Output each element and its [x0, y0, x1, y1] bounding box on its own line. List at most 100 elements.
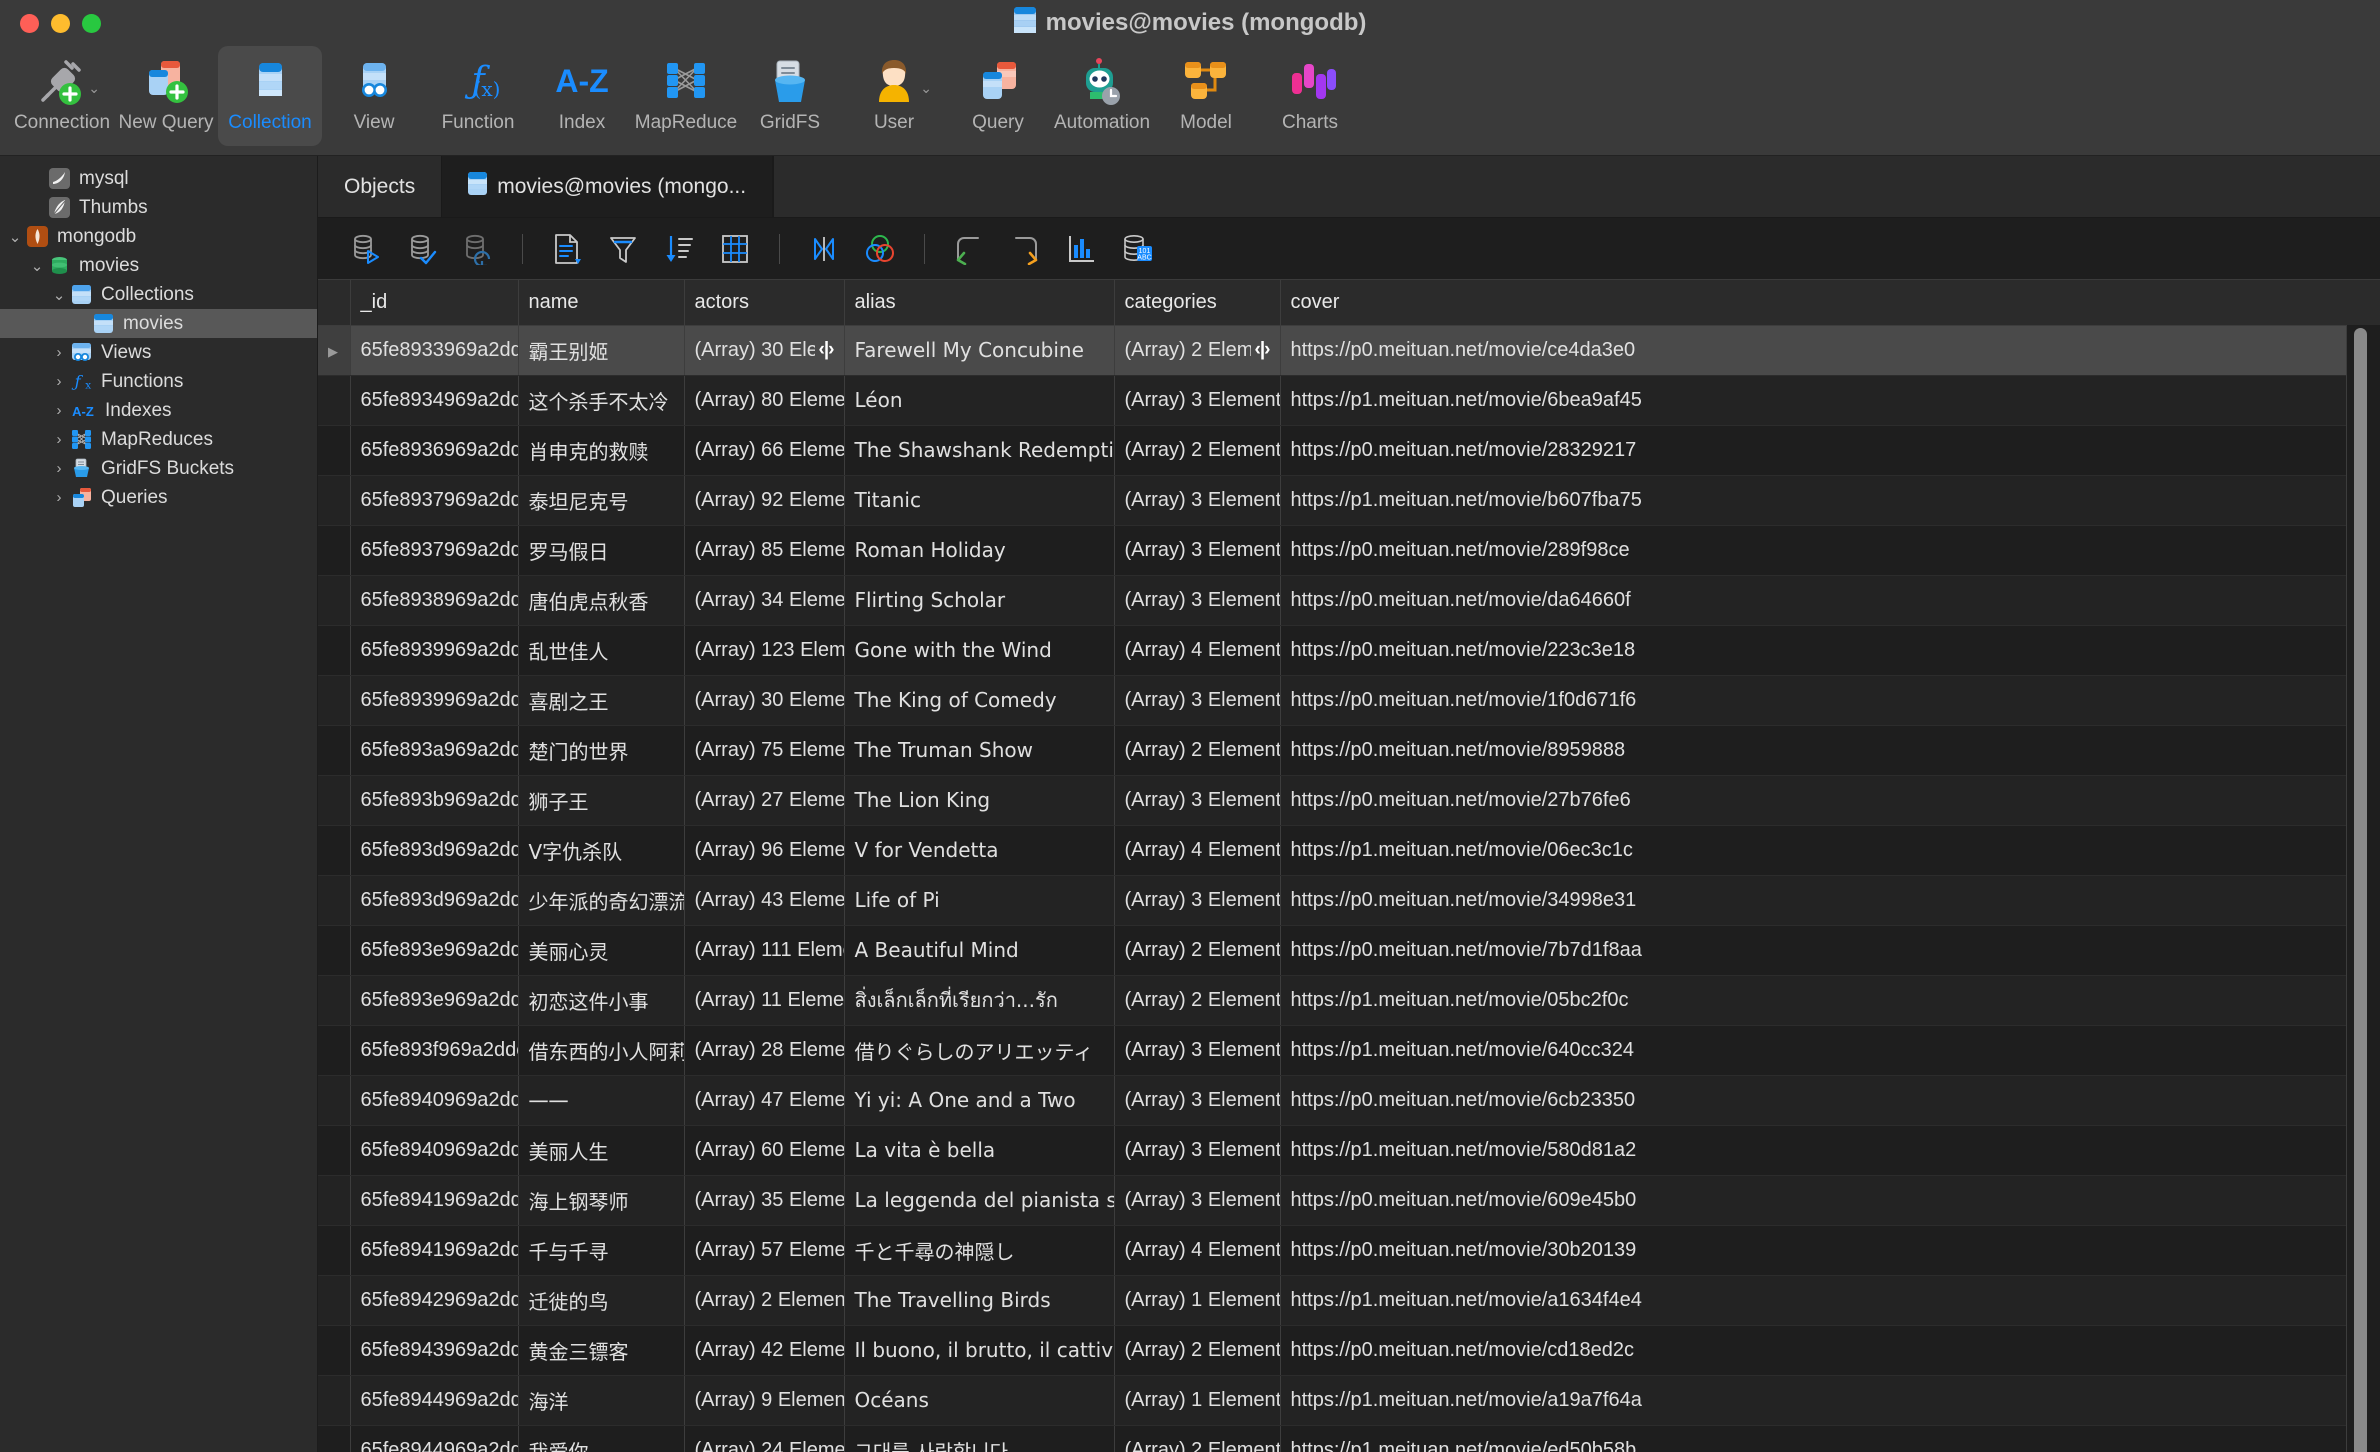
toolbar-button-automation[interactable]: Automation — [1050, 46, 1154, 146]
tab-movies-collection[interactable]: movies@movies (mongo... — [442, 156, 774, 217]
cell-id[interactable]: 65fe893b969a2ddea0 — [350, 775, 519, 826]
cell-id[interactable]: 65fe893e969a2ddea0 — [350, 975, 519, 1026]
table-row[interactable]: 65fe8943969a2ddea0 黄金三镖客 (Array) 42 Elemen… — [318, 1325, 2380, 1376]
redo-icon[interactable] — [999, 226, 1051, 272]
cell-actors[interactable]: (Array) 85 Elements — [684, 525, 845, 576]
row-handle[interactable] — [318, 525, 351, 576]
cell-alias[interactable]: Life of Pi — [844, 875, 1115, 926]
sidebar-item-views[interactable]: › Views — [0, 338, 317, 367]
cell-actors[interactable]: (Array) 9 Elements — [684, 1375, 845, 1426]
document-view-icon[interactable] — [541, 226, 593, 272]
cell-cover[interactable]: https://p0.meituan.net/movie/223c3e18 — [1280, 625, 2380, 676]
table-row[interactable]: 65fe8942969a2ddea0 迁徙的鸟 (Array) 2 Elements… — [318, 1275, 2380, 1326]
sidebar-item-mapreduces[interactable]: › MapReduces — [0, 425, 317, 454]
chevron-right-icon[interactable]: › — [48, 489, 70, 506]
cell-id[interactable]: 65fe8938969a2ddea0 — [350, 575, 519, 626]
cell-actors[interactable]: (Array) 43 Elements — [684, 875, 845, 926]
table-row[interactable]: 65fe893a969a2ddea0 楚门的世界 (Array) 75 Elemen… — [318, 725, 2380, 776]
cell-id[interactable]: 65fe8942969a2ddea0 — [350, 1275, 519, 1326]
cell-categories[interactable]: (Array) 2 Elements — [1114, 925, 1281, 976]
cell-id[interactable]: 65fe8933969a2ddea0 — [350, 325, 519, 376]
undo-icon[interactable] — [943, 226, 995, 272]
table-row[interactable]: 65fe8937969a2ddea0 泰坦尼克号 (Array) 92 Elemen… — [318, 475, 2380, 526]
chevron-right-icon[interactable]: › — [48, 460, 70, 477]
filter-icon[interactable] — [597, 226, 649, 272]
cell-actors[interactable]: (Array) 111 Elements — [684, 925, 845, 976]
cell-categories[interactable]: (Array) 2 Elements — [1114, 725, 1281, 776]
cell-categories[interactable]: (Array) 3 Elements — [1114, 775, 1281, 826]
cell-cover[interactable]: https://p1.meituan.net/movie/6bea9af45 — [1280, 375, 2380, 426]
sidebar-item-mongodb[interactable]: ⌄ mongodb — [0, 222, 317, 251]
cell-cover[interactable]: https://p1.meituan.net/movie/640cc324 — [1280, 1025, 2380, 1076]
cell-alias[interactable]: The Shawshank Redemption — [844, 425, 1115, 476]
cell-categories[interactable]: (Array) 3 Elements — [1114, 375, 1281, 426]
cell-alias[interactable]: The Truman Show — [844, 725, 1115, 776]
cell-categories[interactable]: (Array) 3 Elements — [1114, 525, 1281, 576]
scrollbar-thumb[interactable] — [2354, 328, 2367, 1452]
cell-id[interactable]: 65fe8944969a2ddea0 — [350, 1425, 519, 1452]
cell-id[interactable]: 65fe893f969a2ddea0 — [350, 1025, 519, 1076]
cell-categories[interactable]: (Array) 2 Elements — [1114, 975, 1281, 1026]
cell-id[interactable]: 65fe893d969a2ddea0 — [350, 825, 519, 876]
toolbar-button-collection[interactable]: Collection — [218, 46, 322, 146]
cell-categories[interactable]: (Array) 2 Elements — [1114, 1325, 1281, 1376]
cell-id[interactable]: 65fe8943969a2ddea0 — [350, 1325, 519, 1376]
cell-name[interactable]: 唐伯虎点秋香 — [518, 575, 685, 626]
cell-categories[interactable]: (Array) 4 Elements — [1114, 625, 1281, 676]
cell-name[interactable]: 美丽人生 — [518, 1125, 685, 1176]
cell-alias[interactable]: 그대를 사랑합니다 — [844, 1425, 1115, 1452]
minimize-window-button[interactable] — [51, 13, 70, 33]
cell-actors[interactable]: (Array) 75 Elements — [684, 725, 845, 776]
row-handle[interactable] — [318, 1175, 351, 1226]
cell-cover[interactable]: https://p0.meituan.net/movie/6cb23350 — [1280, 1075, 2380, 1126]
toolbar-button-gridfs[interactable]: GridFS — [738, 46, 842, 146]
cell-actors[interactable]: (Array) 24 Elements — [684, 1425, 845, 1452]
cell-alias[interactable]: V for Vendetta — [844, 825, 1115, 876]
chevron-right-icon[interactable]: › — [48, 373, 70, 390]
row-handle[interactable] — [318, 375, 351, 426]
row-handle[interactable] — [318, 725, 351, 776]
sidebar-item-thumbs[interactable]: Thumbs — [0, 193, 317, 222]
cell-actors[interactable]: (Array) 28 Elements — [684, 1025, 845, 1076]
toolbar-button-new-query[interactable]: New Query — [114, 46, 218, 146]
row-expand-icon[interactable]: ▶ — [328, 344, 338, 359]
cell-name[interactable]: 罗马假日 — [518, 525, 685, 576]
cell-id[interactable]: 65fe893e969a2ddea0 — [350, 925, 519, 976]
maximize-window-button[interactable] — [82, 13, 101, 33]
cell-actors[interactable]: (Array) 57 Elements — [684, 1225, 845, 1276]
cell-alias[interactable]: Océans — [844, 1375, 1115, 1426]
sidebar-item-database-movies[interactable]: ⌄ movies — [0, 251, 317, 280]
row-handle[interactable] — [318, 775, 351, 826]
toolbar-button-view[interactable]: View — [322, 46, 426, 146]
row-handle[interactable] — [318, 1425, 351, 1452]
toolbar-button-connection[interactable]: ⌄ Connection — [10, 46, 114, 146]
cell-cover[interactable]: https://p0.meituan.net/movie/27b76fe6 — [1280, 775, 2380, 826]
cell-alias[interactable]: Yi yi: A One and a Two — [844, 1075, 1115, 1126]
toolbar-button-function[interactable]: ƒ (x) Function — [426, 46, 530, 146]
cell-categories[interactable]: (Array) 3 Elements — [1114, 875, 1281, 926]
row-handle[interactable] — [318, 1225, 351, 1276]
column-header-alias[interactable]: alias — [844, 280, 1115, 326]
data-generator-icon[interactable]: 101 ABC — [1111, 226, 1163, 272]
rollback-icon[interactable] — [452, 226, 504, 272]
cell-categories[interactable]: (Array) 3 Elements — [1114, 1075, 1281, 1126]
table-row[interactable]: 65fe8941969a2ddea0 千与千寻 (Array) 57 Element… — [318, 1225, 2380, 1276]
cell-alias[interactable]: Titanic — [844, 475, 1115, 526]
row-handle[interactable] — [318, 1025, 351, 1076]
cell-id[interactable]: 65fe8940969a2ddea0 — [350, 1075, 519, 1126]
cell-alias[interactable]: La leggenda del pianista sull'oceano — [844, 1175, 1115, 1226]
table-row[interactable]: 65fe8944969a2ddea0 我爱你 (Array) 24 Elements… — [318, 1425, 2380, 1452]
chevron-right-icon[interactable]: › — [48, 431, 70, 448]
row-handle[interactable] — [318, 575, 351, 626]
row-handle[interactable] — [318, 825, 351, 876]
table-row[interactable]: 65fe8944969a2ddea0 海洋 (Array) 9 Elements Oc… — [318, 1375, 2380, 1426]
cell-actors[interactable]: (Array) 35 Elements — [684, 1175, 845, 1226]
cell-id[interactable]: 65fe8937969a2ddea0 — [350, 475, 519, 526]
cell-name[interactable]: 霸王别姬 — [518, 325, 685, 376]
cell-name[interactable]: 海上钢琴师 — [518, 1175, 685, 1226]
table-row[interactable]: 65fe8934969a2ddea0 这个杀手不太冷 (Array) 80 Elem… — [318, 375, 2380, 426]
run-query-icon[interactable] — [340, 226, 392, 272]
table-row[interactable]: 65fe893d969a2ddea0 少年派的奇幻漂流 (Array) 43 Ele… — [318, 875, 2380, 926]
table-row[interactable]: 65fe8939969a2ddea0 乱世佳人 (Array) 123 Elemen… — [318, 625, 2380, 676]
column-header-actors[interactable]: actors — [684, 280, 845, 326]
